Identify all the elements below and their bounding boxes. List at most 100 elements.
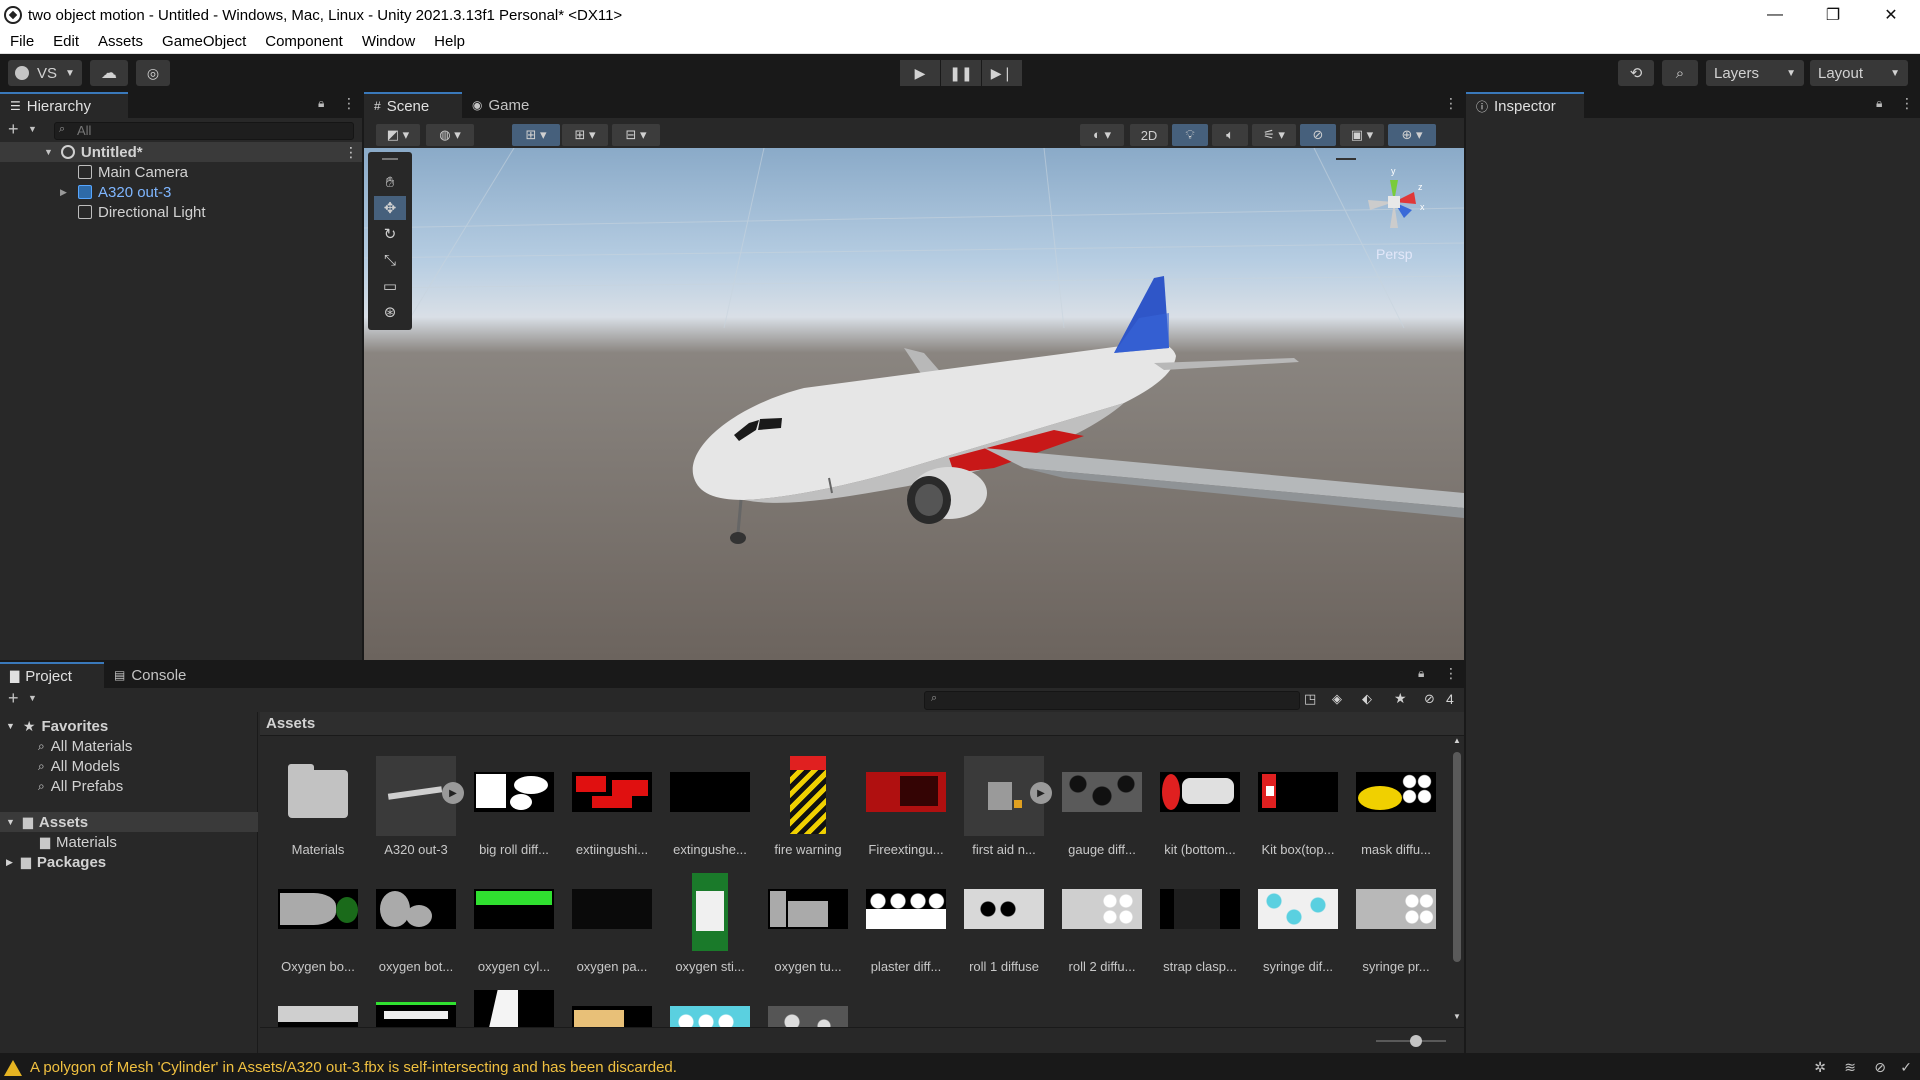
asset-item[interactable]	[1160, 756, 1240, 836]
asset-item[interactable]	[768, 990, 848, 1027]
asset-item[interactable]	[572, 756, 652, 836]
scene-viewport[interactable]: ✋︎ ✥ ↻ ⤡ ▭ ⊛ y z x Persp	[364, 148, 1464, 660]
asset-item[interactable]	[1258, 873, 1338, 953]
collab-button[interactable]: ◎	[136, 60, 170, 86]
folder-item[interactable]: ▆ Materials	[40, 832, 117, 852]
asset-item[interactable]	[670, 990, 750, 1027]
asset-item[interactable]	[1356, 756, 1436, 836]
chevron-right-icon[interactable]: ▶	[60, 187, 78, 198]
chevron-down-icon[interactable]: ▼	[6, 721, 15, 731]
status-message[interactable]: A polygon of Mesh 'Cylinder' in Assets/A…	[30, 1059, 677, 1076]
global-button[interactable]: ◍ ▾	[426, 124, 474, 146]
add-button[interactable]: +	[8, 119, 19, 140]
asset-item[interactable]	[572, 873, 652, 953]
scene-visibility-toggle[interactable]: ⊘	[1300, 124, 1336, 146]
toggle-2d-button[interactable]: 2D	[1130, 124, 1168, 146]
asset-item[interactable]	[670, 756, 750, 836]
layers-stack-icon[interactable]: ≋	[1844, 1059, 1856, 1076]
asset-item[interactable]	[1062, 873, 1142, 953]
lock-icon[interactable]: 🔒︎	[318, 96, 324, 111]
tab-project[interactable]: ▇ Project	[0, 662, 104, 688]
chevron-down-icon[interactable]: ▼	[28, 124, 37, 134]
menu-file[interactable]: File	[0, 33, 43, 50]
menu-window[interactable]: Window	[352, 33, 424, 50]
scroll-down-icon[interactable]: ▼	[1453, 1012, 1461, 1021]
hierarchy-item[interactable]: Main Camera	[0, 162, 362, 182]
asset-item[interactable]: ▶	[376, 756, 464, 836]
drag-handle[interactable]	[382, 158, 398, 160]
hierarchy-search-field[interactable]: ⌕ All	[54, 122, 354, 140]
more-icon[interactable]: ⋮	[1900, 95, 1914, 112]
asset-item[interactable]	[278, 873, 358, 953]
gizmos-button[interactable]: ⊕ ▾	[1388, 124, 1436, 146]
asset-item[interactable]	[866, 756, 946, 836]
slider-thumb[interactable]	[1410, 1035, 1422, 1047]
lock-icon[interactable]: 🔒︎	[1418, 666, 1424, 681]
tab-inspector[interactable]: ⓘ Inspector	[1466, 92, 1584, 118]
debug-icon[interactable]: ✲	[1814, 1059, 1826, 1076]
favorites-row[interactable]: ▼ ★ Favorites	[0, 716, 108, 736]
chevron-down-icon[interactable]: ▼	[28, 693, 37, 703]
hierarchy-item[interactable]: Directional Light	[0, 202, 362, 222]
grid-snap-button[interactable]: ⊞ ▾	[562, 124, 608, 146]
more-icon[interactable]: ⋮	[344, 144, 358, 161]
tab-game[interactable]: ◉ Game	[462, 92, 542, 118]
menu-edit[interactable]: Edit	[43, 33, 88, 50]
rect-tool[interactable]: ▭	[374, 274, 406, 298]
layers-dropdown[interactable]: Layers ▼	[1706, 60, 1804, 86]
scrollbar-thumb[interactable]	[1453, 752, 1461, 962]
search-by-type-icon[interactable]: ◳	[1304, 691, 1316, 707]
close-button[interactable]: ✕	[1862, 0, 1920, 30]
search-by-label-icon[interactable]: ◈	[1332, 691, 1342, 707]
effects-button[interactable]: ⚟ ▾	[1252, 124, 1296, 146]
chevron-down-icon[interactable]: ▼	[44, 147, 53, 157]
restore-button[interactable]: ❐	[1804, 0, 1862, 30]
hidden-packages-icon[interactable]: ⊘	[1424, 691, 1435, 707]
layout-dropdown[interactable]: Layout ▼	[1810, 60, 1908, 86]
camera-button[interactable]: ▣ ▾	[1340, 124, 1384, 146]
asset-item[interactable]	[278, 990, 358, 1027]
favorite-item[interactable]: ⌕ All Materials	[38, 736, 132, 756]
chevron-down-icon[interactable]: ▼	[6, 817, 15, 827]
add-button[interactable]: +	[8, 688, 19, 709]
history-button[interactable]: ⟲	[1618, 60, 1654, 86]
breadcrumb-assets[interactable]: Assets	[266, 715, 315, 732]
project-search-field[interactable]: ⌕	[924, 691, 1300, 710]
menu-component[interactable]: Component	[255, 33, 352, 50]
hand-tool[interactable]: ✋︎	[374, 170, 406, 194]
tag-icon[interactable]: ⬖	[1362, 691, 1372, 707]
asset-item[interactable]	[376, 990, 456, 1027]
menu-assets[interactable]: Assets	[88, 33, 152, 50]
favorite-item[interactable]: ⌕ All Prefabs	[38, 776, 123, 796]
play-icon[interactable]: ▶	[1030, 782, 1052, 804]
asset-item[interactable]	[670, 873, 750, 953]
asset-item[interactable]	[376, 873, 456, 953]
asset-item[interactable]	[474, 756, 554, 836]
play-icon[interactable]: ▶	[442, 782, 464, 804]
scroll-up-icon[interactable]: ▲	[1453, 736, 1461, 745]
hierarchy-scene-row[interactable]: ▼ Untitled* ⋮	[0, 142, 362, 162]
scale-tool[interactable]: ⤡	[374, 248, 406, 272]
lighting-toggle[interactable]: 💡︎	[1172, 124, 1208, 146]
play-button[interactable]: ▶	[900, 60, 940, 86]
tab-hierarchy[interactable]: ☰ Hierarchy	[0, 92, 128, 118]
asset-item[interactable]	[1258, 756, 1338, 836]
network-icon[interactable]: ⊘	[1874, 1059, 1886, 1076]
asset-item[interactable]	[474, 990, 554, 1027]
orientation-gizmo[interactable]: y z x	[1354, 160, 1444, 250]
search-button[interactable]: ⌕	[1662, 60, 1698, 86]
menu-help[interactable]: Help	[424, 33, 474, 50]
check-circle-icon[interactable]: ✓	[1900, 1059, 1912, 1076]
account-button[interactable]: VS ▼	[8, 60, 82, 86]
cloud-button[interactable]: ☁	[90, 60, 128, 86]
thumbnail-size-slider[interactable]	[1376, 1035, 1446, 1047]
draw-mode-button[interactable]: ◩ ▾	[376, 124, 420, 146]
more-icon[interactable]: ⋮	[1444, 665, 1458, 682]
increment-snap-button[interactable]: ⊟ ▾	[612, 124, 660, 146]
step-button[interactable]: ▶❘	[982, 60, 1022, 86]
asset-item[interactable]	[474, 873, 554, 953]
pause-button[interactable]: ❚❚	[941, 60, 981, 86]
minimize-button[interactable]: —	[1746, 0, 1804, 30]
move-tool[interactable]: ✥	[374, 196, 406, 220]
more-icon[interactable]: ⋮	[342, 95, 356, 112]
